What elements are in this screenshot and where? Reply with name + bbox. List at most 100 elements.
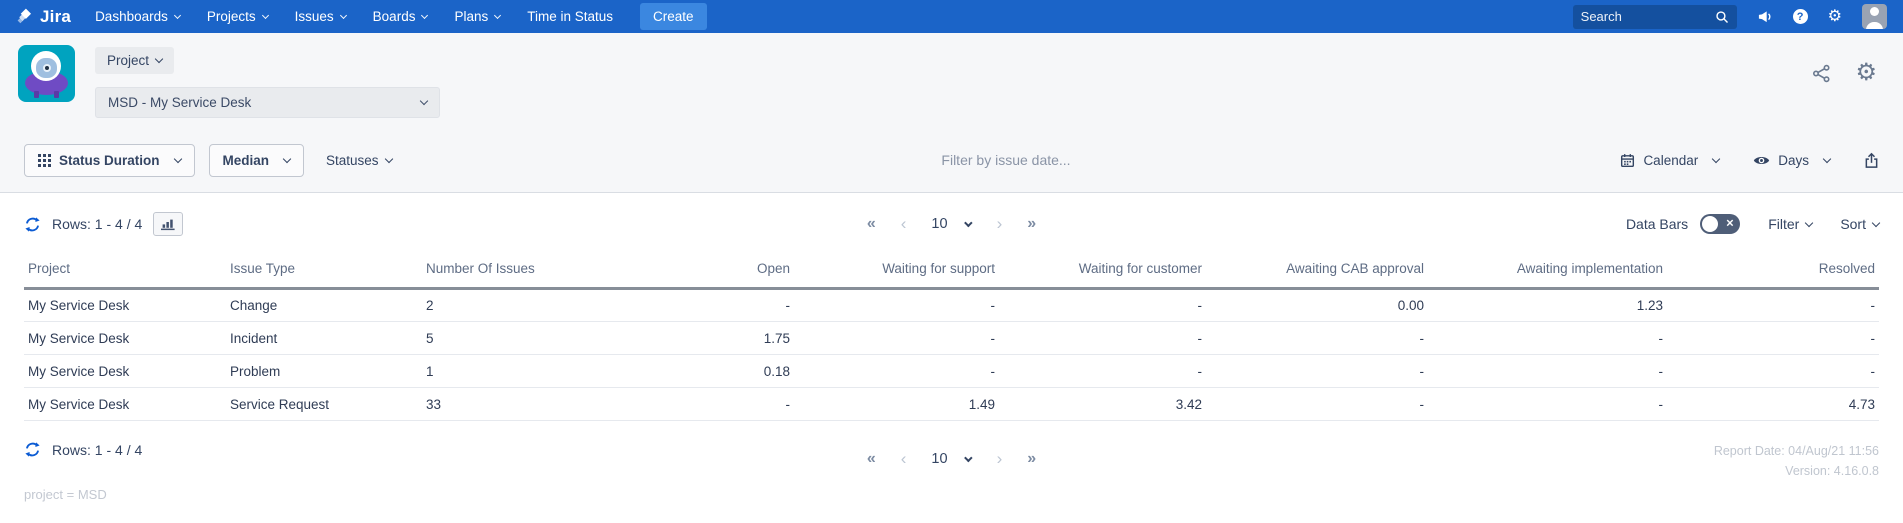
next-page-button[interactable]: › [997,449,1003,469]
jira-logo-text: Jira [40,6,72,26]
last-page-button[interactable]: » [1027,450,1036,468]
column-header[interactable]: Project [24,253,226,290]
project-select[interactable]: MSD - My Service Desk [95,87,440,118]
prev-page-button[interactable]: ‹ [901,214,907,234]
pagination-top: « ‹ 10 › » [867,214,1036,234]
date-filter-wrap [392,152,1621,168]
report-meta: Report Date: 04/Aug/21 11:56 Version: 4.… [1714,441,1879,481]
column-header[interactable]: Waiting for customer [999,253,1206,290]
table-cell: Incident [226,321,422,355]
rows-count-label: Rows: 1 - 4 / 4 [52,441,143,458]
column-header[interactable]: Waiting for support [794,253,999,290]
search-box[interactable] [1572,4,1737,29]
settings-gear-icon[interactable]: ⚙ [1855,61,1877,85]
issue-date-filter-input[interactable] [796,152,1216,168]
chevron-down-icon [173,154,182,163]
chart-view-button[interactable] [153,212,184,236]
chevron-down-icon [1822,154,1832,163]
export-icon[interactable] [1864,152,1879,169]
footer-bar: Rows: 1 - 4 / 4 « ‹ 10 › » Report Date: … [0,441,1903,487]
calendar-icon [1621,153,1635,167]
scope-label: Project [107,53,150,68]
nav-item-dashboards[interactable]: Dashboards [95,9,181,24]
table-cell: - [999,354,1206,388]
chevron-down-icon [173,11,181,19]
nav-item-issues[interactable]: Issues [295,9,347,24]
table-cell: My Service Desk [24,387,226,421]
chevron-down-icon [282,154,292,163]
chevron-down-icon [1805,218,1814,227]
column-header[interactable]: Awaiting CAB approval [1206,253,1428,290]
nav-item-projects[interactable]: Projects [207,9,269,24]
project-avatar[interactable] [18,45,75,102]
table-cell: - [1667,288,1879,322]
scope-dropdown-button[interactable]: Project [95,47,175,74]
chevron-down-icon [964,453,973,463]
chevron-down-icon [964,218,973,228]
table-cell: 4.73 [1667,387,1879,421]
megaphone-icon[interactable] [1757,9,1773,24]
table-cell: 0.00 [1206,288,1428,322]
table-cell: 1 [422,354,602,388]
pagination-bottom: « ‹ 10 › » [867,449,1036,469]
chevron-down-icon [261,11,269,19]
metric-button[interactable]: Median [208,143,305,177]
table-cell: - [794,288,999,322]
page-size-select[interactable]: 10 [931,451,973,467]
nav-item-plans[interactable]: Plans [454,9,502,24]
chevron-down-icon [494,11,502,19]
table-cell: - [1667,321,1879,355]
page-size-select[interactable]: 10 [931,216,973,232]
first-page-button[interactable]: « [867,215,876,233]
unit-dropdown[interactable]: Days [1753,153,1832,168]
table-cell: 5 [422,321,602,355]
toggle-knob [1702,216,1719,232]
refresh-icon[interactable] [24,216,41,233]
column-header[interactable]: Number Of Issues [422,253,602,290]
column-header[interactable]: Open [602,253,794,290]
user-avatar[interactable] [1862,4,1887,29]
column-header[interactable]: Issue Type [226,253,422,290]
last-page-button[interactable]: » [1027,215,1036,233]
list-control-bar: Rows: 1 - 4 / 4 « ‹ 10 › » Data Bars ✕ F… [0,203,1903,245]
search-input[interactable] [1580,9,1715,24]
help-icon[interactable]: ? [1792,9,1808,24]
refresh-icon[interactable] [24,441,41,458]
table-cell: My Service Desk [24,354,226,388]
table-row: My Service Desk Problem 1 0.18- - - - - [24,354,1879,388]
data-bars-label: Data Bars [1625,216,1689,232]
create-button[interactable]: Create [640,3,707,30]
prev-page-button[interactable]: ‹ [901,449,907,469]
table-cell: - [1428,354,1667,388]
table-cell: Service Request [226,387,422,421]
table-cell: - [1206,354,1428,388]
table-row: My Service Desk Incident 5 1.75- - - - - [24,321,1879,355]
table-cell: 1.49 [794,387,999,421]
table-row: My Service Desk Service Request 33-1.49 3.4… [24,387,1879,421]
upper-section: Project MSD - My Service Desk ⚙ Status D… [0,33,1903,193]
table-cell: Change [226,288,422,322]
nav-item-time-in-status[interactable]: Time in Status [527,9,613,24]
table-cell: - [999,321,1206,355]
share-icon[interactable] [1812,64,1831,83]
header-actions: ⚙ [1812,61,1877,85]
column-header[interactable]: Resolved [1667,253,1879,290]
toolbar-right: Calendar Days [1620,152,1879,169]
next-page-button[interactable]: › [997,214,1003,234]
column-header[interactable]: Awaiting implementation [1428,253,1667,290]
first-page-button[interactable]: « [867,450,876,468]
filter-dropdown[interactable]: Filter [1768,216,1814,232]
nav-item-boards[interactable]: Boards [373,9,429,24]
statuses-dropdown[interactable]: Statuses [326,153,393,168]
sort-label: Sort [1840,216,1866,232]
sort-dropdown[interactable]: Sort [1840,216,1881,232]
report-type-label: Status Duration [59,152,160,168]
jira-logo[interactable]: Jira [16,7,71,27]
gear-icon[interactable]: ⚙ [1828,8,1842,25]
table-header-row: Project Issue Type Number Of Issues Open Wai… [24,253,1879,290]
calendar-dropdown[interactable]: Calendar [1620,153,1721,168]
data-bars-toggle[interactable]: ✕ [1700,214,1741,234]
report-type-button[interactable]: Status Duration [24,143,195,177]
filter-label: Filter [1768,216,1800,232]
rows-cluster-bottom: Rows: 1 - 4 / 4 [24,441,142,458]
